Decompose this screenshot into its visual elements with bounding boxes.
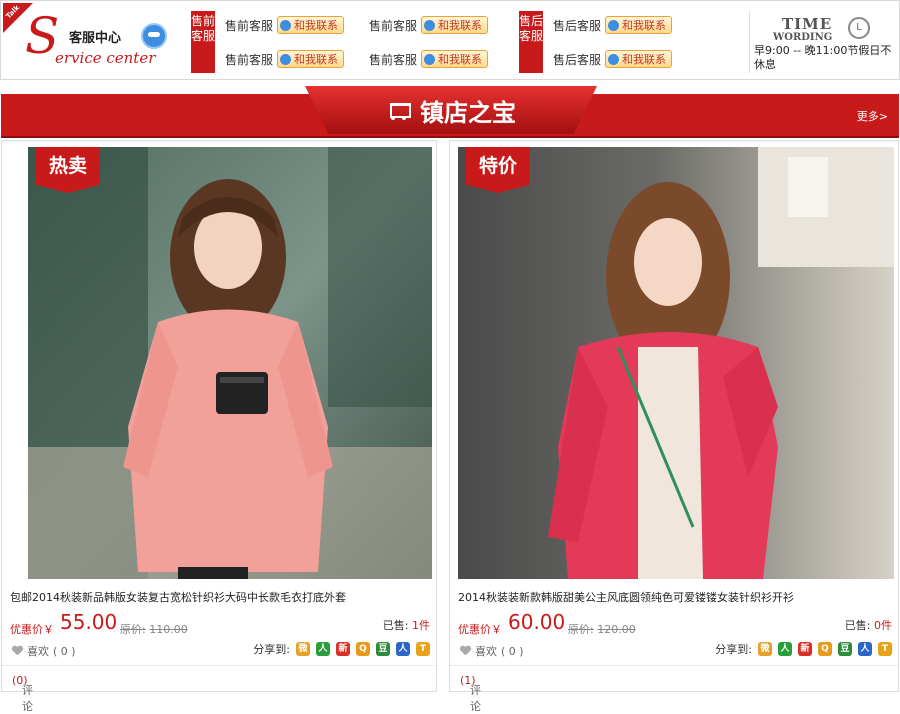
product-photo-red-cardigan xyxy=(458,147,894,579)
presale-agent: 售前客服 和我联系 xyxy=(225,15,345,35)
qq-icon xyxy=(608,53,620,65)
contact-button[interactable]: 和我联系 xyxy=(605,50,673,68)
like-button[interactable]: 喜欢 ( 0 ) xyxy=(12,643,76,659)
presale-agent: 售前客服 和我联系 xyxy=(369,49,489,69)
heart-icon xyxy=(12,646,23,656)
section-ribbon: 镇店之宝 xyxy=(305,86,597,134)
contact-button[interactable]: 和我联系 xyxy=(277,16,345,34)
comments-row[interactable]: 评论 (1) xyxy=(450,665,898,713)
top-service-bar: Talk S 客服中心 ervice center 售前客服 售前客服 和我联系… xyxy=(0,0,900,80)
renren-icon[interactable]: 人 xyxy=(316,642,330,656)
presale-agent: 售前客服 和我联系 xyxy=(225,49,345,69)
product-image[interactable]: 特价 xyxy=(458,147,894,579)
hot-sale-tag: 热卖 xyxy=(36,147,100,193)
like-button[interactable]: 喜欢 ( 0 ) xyxy=(460,643,524,659)
qq-icon xyxy=(280,53,292,65)
tianya-icon[interactable]: T xyxy=(416,642,430,656)
working-hours-box: TIME WORDING L 早9:00 -- 晚11:00节假日不休息 xyxy=(749,11,896,73)
price-value: 55.00 xyxy=(60,610,118,634)
shopping-cart-icon xyxy=(386,100,411,120)
qq-icon xyxy=(280,19,292,31)
share-bar: 分享到: 微 人 新 Q 豆 人 T xyxy=(253,641,430,657)
douban-icon[interactable]: 豆 xyxy=(376,642,390,656)
presale-label: 售前客服 xyxy=(191,11,215,73)
original-price: 原价: 110.00 xyxy=(120,623,188,636)
original-price: 原价: 120.00 xyxy=(568,623,636,636)
tianya-icon[interactable]: T xyxy=(878,642,892,656)
more-link[interactable]: 更多> xyxy=(857,108,888,124)
special-price-tag: 特价 xyxy=(466,147,530,193)
contact-button[interactable]: 和我联系 xyxy=(421,16,489,34)
product-card: 热卖 包邮2014秋装新品韩版女装复古宽松针织衫大码中长款毛衣打底外套 优惠价￥… xyxy=(1,140,437,713)
time-subtitle: WORDING xyxy=(773,32,833,43)
qq-icon xyxy=(424,19,436,31)
qzone-icon[interactable]: Q xyxy=(356,642,370,656)
sina-icon[interactable]: 新 xyxy=(336,642,350,656)
renren-icon[interactable]: 人 xyxy=(778,642,792,656)
weibo-icon[interactable]: 微 xyxy=(758,642,772,656)
product-card: 特价 2014秋装装新款韩版甜美公主风底圆领纯色可爱镂镂女装针织衫开衫 优惠价￥… xyxy=(449,140,899,713)
service-subtitle: ervice center xyxy=(55,49,156,67)
comments-row[interactable]: 评论 (0) xyxy=(2,665,436,713)
product-image[interactable]: 热卖 xyxy=(28,147,432,579)
price-label: 优惠价￥ xyxy=(458,623,502,636)
contact-button[interactable]: 和我联系 xyxy=(421,50,489,68)
section-title: 镇店之宝 xyxy=(420,98,516,127)
chat-bubble-icon xyxy=(141,23,167,49)
working-hours-text: 早9:00 -- 晚11:00节假日不休息 xyxy=(754,44,892,71)
price-label: 优惠价￥ xyxy=(10,623,54,636)
sold-count: 已售: 0件 xyxy=(844,619,892,632)
product-photo-pink-sweater xyxy=(28,147,432,579)
product-title[interactable]: 2014秋装装新款韩版甜美公主风底圆领纯色可爱镂镂女装针织衫开衫 xyxy=(458,589,794,605)
service-center-logo: Talk S 客服中心 ervice center xyxy=(3,3,189,75)
heart-icon xyxy=(460,646,471,656)
qq-icon xyxy=(608,19,620,31)
price-value: 60.00 xyxy=(508,610,566,634)
clock-icon: L xyxy=(848,17,870,39)
sina-icon[interactable]: 新 xyxy=(798,642,812,656)
share-bar: 分享到: 微 人 新 Q 豆 人 T xyxy=(715,641,892,657)
service-title: 客服中心 xyxy=(69,31,122,46)
contact-button[interactable]: 和我联系 xyxy=(605,16,673,34)
people-icon[interactable]: 人 xyxy=(396,642,410,656)
qzone-icon[interactable]: Q xyxy=(818,642,832,656)
qq-icon xyxy=(424,53,436,65)
contact-button[interactable]: 和我联系 xyxy=(277,50,345,68)
people-icon[interactable]: 人 xyxy=(858,642,872,656)
aftersale-label: 售后客服 xyxy=(519,11,543,73)
aftersale-agent: 售后客服 和我联系 xyxy=(553,49,673,69)
time-title: TIME xyxy=(782,15,833,33)
product-title[interactable]: 包邮2014秋装新品韩版女装复古宽松针织衫大码中长款毛衣打底外套 xyxy=(10,589,346,605)
weibo-icon[interactable]: 微 xyxy=(296,642,310,656)
aftersale-agent: 售后客服 和我联系 xyxy=(553,15,673,35)
sold-count: 已售: 1件 xyxy=(382,619,430,632)
douban-icon[interactable]: 豆 xyxy=(838,642,852,656)
presale-agent: 售前客服 和我联系 xyxy=(369,15,489,35)
